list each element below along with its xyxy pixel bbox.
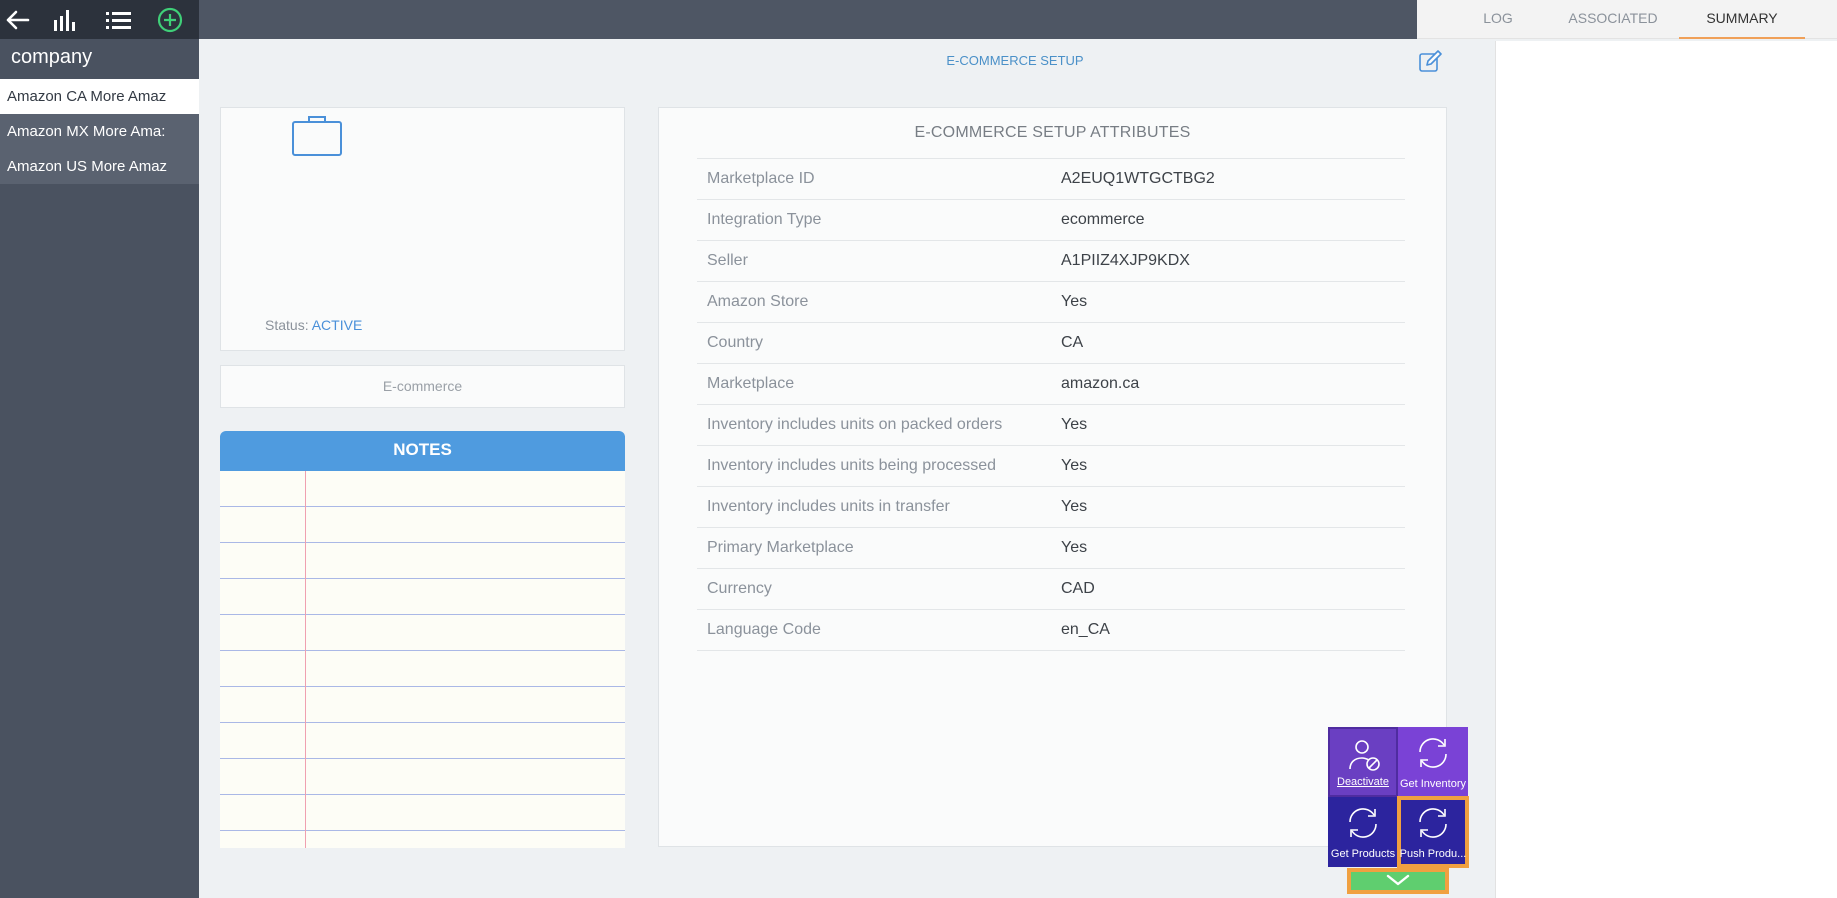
notes-margin-line [305,471,306,848]
list-icon[interactable] [103,4,135,36]
table-row: Inventory includes units in transfer Yes [697,487,1405,528]
table-row: Amazon Store Yes [697,282,1405,323]
status-badge: ACTIVE [311,317,363,333]
attributes-table: Marketplace ID A2EUQ1WTGCTBG2 Integration… [697,158,1405,651]
deactivate-button[interactable]: Deactivate [1328,727,1398,797]
chevron-down-icon [1386,874,1410,886]
user-block-icon [1349,740,1380,771]
company-label: company [11,46,93,68]
profile-card: Status: ACTIVE [220,107,625,351]
briefcase-icon [291,114,343,156]
attribute-value: Yes [1061,416,1088,433]
status-label: Status: [265,317,309,333]
attribute-key: Seller [707,252,748,269]
deactivate-label: Deactivate [1337,776,1389,788]
attribute-value: Yes [1061,457,1088,474]
attribute-key: Marketplace ID [707,170,815,187]
table-row: Inventory includes units being processed… [697,446,1405,487]
table-row: Primary Marketplace Yes [697,528,1405,569]
attribute-key: Inventory includes units in transfer [707,498,950,515]
table-row: Marketplace ID A2EUQ1WTGCTBG2 [697,159,1405,200]
table-row: Country CA [697,323,1405,364]
table-row: Integration Type ecommerce [697,200,1405,241]
attribute-key: Language Code [707,621,821,638]
attribute-key: Inventory includes units on packed order… [707,416,1003,433]
get-products-label: Get Products [1330,848,1396,860]
refresh-icon [1419,808,1447,838]
sidebar-item-amazon-us[interactable]: Amazon US More Amaz [0,149,199,184]
top-bar [199,0,1417,39]
summary-panel [1495,41,1837,898]
attribute-value: CAD [1061,580,1095,597]
sidebar-item-amazon-mx[interactable]: Amazon MX More Ama: [0,114,199,149]
tab-log[interactable]: LOG [1469,0,1527,39]
attribute-value: en_CA [1061,621,1110,638]
table-row: Language Code en_CA [697,610,1405,651]
table-row: Currency CAD [697,569,1405,610]
attributes-title: E-COMMERCE SETUP ATTRIBUTES [914,124,1191,141]
tab-associated[interactable]: ASSOCIATED [1553,0,1673,39]
attribute-value: Yes [1061,293,1088,310]
table-row: Seller A1PIIZ4XJP9KDX [697,241,1405,282]
get-products-button[interactable]: Get Products [1328,797,1398,867]
attribute-key: Amazon Store [707,293,809,310]
attribute-value: A2EUQ1WTGCTBG2 [1061,170,1215,187]
attribute-key: Country [707,334,764,351]
attribute-value: ecommerce [1061,211,1145,228]
attribute-value: Yes [1061,539,1088,556]
sidebar-list: Amazon CA More Amaz Amazon MX More Ama: … [0,79,199,184]
get-inventory-button[interactable]: Get Inventory [1398,727,1468,797]
edit-icon[interactable] [1418,50,1442,74]
sidebar: company Amazon CA More Amaz Amazon MX Mo… [0,0,199,898]
table-row: Marketplace amazon.ca [697,364,1405,405]
tab-summary[interactable]: SUMMARY [1679,0,1805,39]
expand-actions-button[interactable] [1347,868,1449,894]
refresh-icon [1419,738,1447,768]
attribute-value: A1PIIZ4XJP9KDX [1061,252,1190,269]
attribute-value: Yes [1061,498,1088,515]
attribute-key: Marketplace [707,375,795,392]
refresh-icon [1349,808,1377,838]
notes-header: NOTES [220,431,625,471]
back-arrow-icon[interactable] [1,4,33,36]
push-products-label: Push Produ... [1399,848,1467,860]
attribute-key: Primary Marketplace [707,539,854,556]
notes-textarea[interactable] [220,471,625,848]
page-title: E-COMMERCE SETUP [946,53,1084,68]
sidebar-item-amazon-ca[interactable]: Amazon CA More Amaz [0,79,199,114]
attribute-key: Inventory includes units being processed [707,457,997,474]
integration-type-card: E-commerce [220,365,625,408]
add-circle-icon[interactable] [154,4,186,36]
attribute-key: Integration Type [707,211,822,228]
bar-chart-icon[interactable] [48,4,80,36]
table-row: Inventory includes units on packed order… [697,405,1405,446]
sidebar-toolbar [0,0,199,39]
notes-panel: NOTES [220,431,625,848]
attribute-key: Currency [707,580,772,597]
get-inventory-label: Get Inventory [1399,778,1467,790]
attribute-value: amazon.ca [1061,375,1140,392]
status-text: Status: ACTIVE [265,317,362,333]
attribute-value: CA [1061,334,1084,351]
right-tabs: LOG ASSOCIATED SUMMARY [1417,0,1837,39]
push-products-button[interactable]: Push Produ... [1397,796,1469,868]
